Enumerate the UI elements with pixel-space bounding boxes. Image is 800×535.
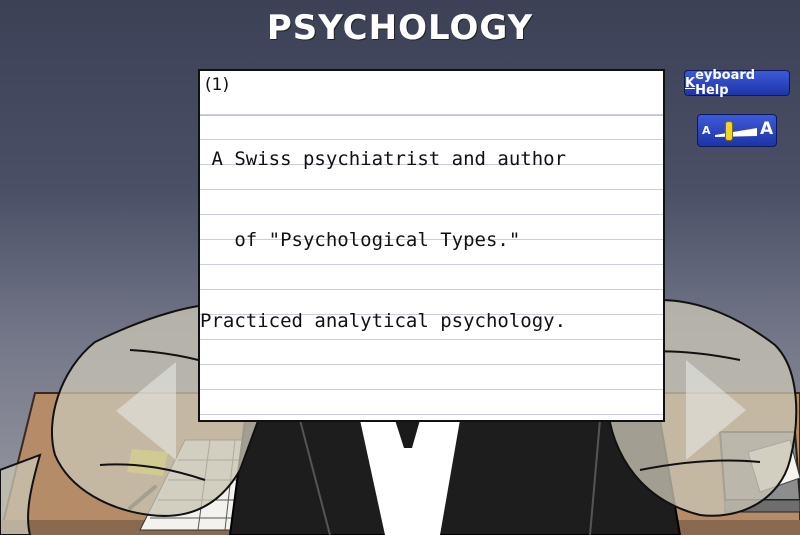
flash-card[interactable]: (1) A Swiss psychiatrist and author of "… [198,69,665,422]
previous-card-arrow[interactable] [116,362,178,462]
font-size-slider-handle[interactable] [725,121,733,141]
card-clue-text: A Swiss psychiatrist and author of "Psyc… [200,92,663,389]
card-line: A Swiss psychiatrist and author [200,148,567,170]
keyboard-help-label: eyboard Help [695,68,756,98]
font-size-control[interactable]: A A [697,114,777,147]
next-card-arrow[interactable] [686,360,748,462]
font-size-small-label: A [702,124,711,137]
card-line: of "Psychological Types." [200,229,521,251]
font-size-slider-track[interactable] [713,122,759,142]
keyboard-help-button[interactable]: Keyboard Help [684,68,790,98]
card-line: Practiced analytical psychology. [200,310,567,332]
font-size-large-label: A [760,119,774,139]
keyboard-help-hotkey: K [685,75,696,91]
page-title: PSYCHOLOGY [266,8,534,48]
